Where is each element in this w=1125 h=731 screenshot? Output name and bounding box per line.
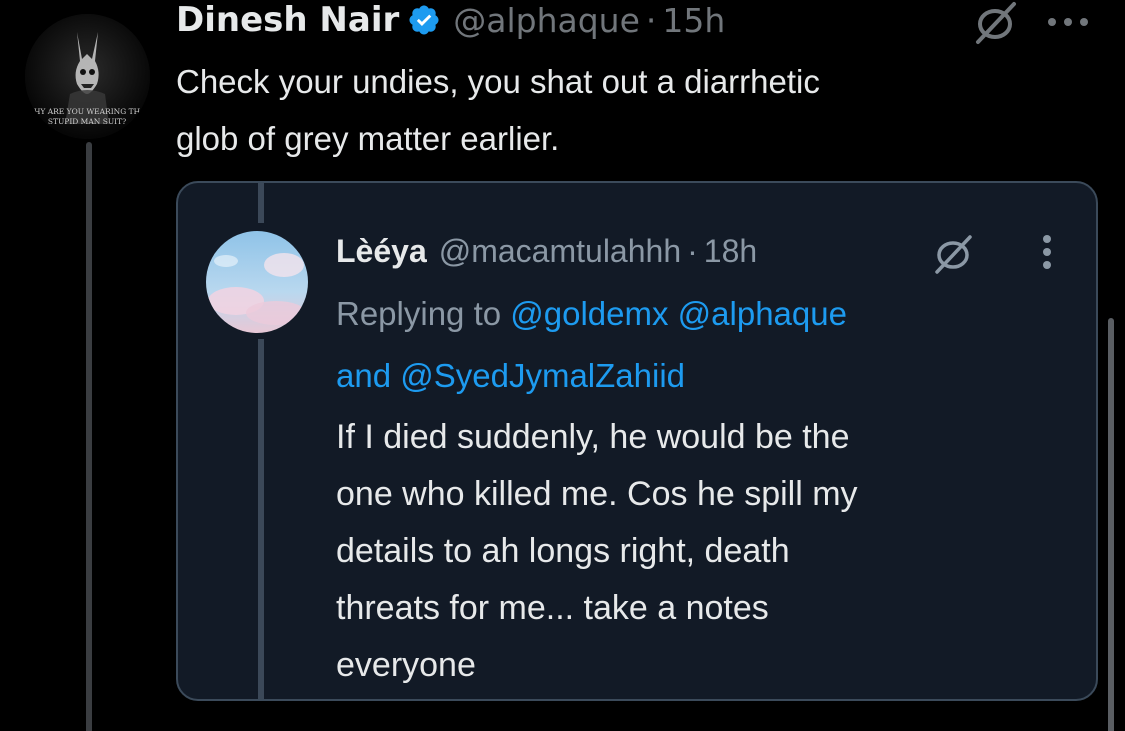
quoted-tweet-timestamp[interactable]: 18h <box>704 233 757 270</box>
mention-link[interactable]: @alphaque <box>678 295 847 332</box>
quoted-author-handle[interactable]: @macamtulahhh <box>439 233 681 270</box>
thread-connector-line <box>86 142 92 731</box>
quote-thread-line-bottom <box>258 339 264 699</box>
tweet-screen: HY ARE YOU WEARING TH STUPID MAN SUIT? D… <box>0 0 1125 731</box>
quoted-tweet-text: If I died suddenly, he would be the one … <box>336 409 1076 694</box>
grok-icon[interactable] <box>930 233 976 275</box>
quoted-tweet-card[interactable]: Lèéya @macamtulahhh · 18h Replying to @g… <box>176 181 1098 701</box>
scrollbar[interactable] <box>1108 318 1114 731</box>
quoted-text-line: details to ah longs right, death <box>336 532 790 570</box>
quoted-tweet-header: Lèéya @macamtulahhh · 18h <box>336 227 757 275</box>
more-vertical-icon[interactable] <box>1040 233 1054 271</box>
quoted-author-name[interactable]: Lèéya <box>336 233 427 270</box>
author-handle[interactable]: @alphaque <box>453 1 640 40</box>
more-horizontal-icon[interactable] <box>1046 14 1090 30</box>
verified-badge-icon <box>407 3 441 37</box>
quoted-text-line: one who killed me. Cos he spill my <box>336 475 858 513</box>
tweet-text-line: Check your undies, you shat out a diarrh… <box>176 63 820 100</box>
quoted-text-line: everyone <box>336 646 476 684</box>
quoted-text-line: If I died suddenly, he would be the <box>336 418 850 456</box>
avatar-caption-line2: STUPID MAN SUIT? <box>48 117 126 126</box>
author-avatar[interactable]: HY ARE YOU WEARING TH STUPID MAN SUIT? <box>25 14 150 139</box>
grok-icon[interactable] <box>970 0 1020 46</box>
mention-link[interactable]: @goldemx <box>510 295 668 332</box>
replying-to-label: Replying to <box>336 295 511 332</box>
quoted-header-separator: · <box>687 232 698 269</box>
avatar-caption-line1: HY ARE YOU WEARING TH <box>34 107 141 116</box>
tweet-timestamp[interactable]: 15h <box>662 1 725 40</box>
quote-thread-line-top <box>258 183 264 223</box>
quoted-author-avatar[interactable] <box>206 231 308 333</box>
tweet-text: Check your undies, you shat out a diarrh… <box>176 53 1076 167</box>
quoted-text-line: threats for me... take a notes <box>336 589 769 627</box>
replying-to-line: Replying to @goldemx @alphaque and @Syed… <box>336 283 1076 407</box>
tweet-header: Dinesh Nair @alphaque · 15h <box>176 0 725 42</box>
header-separator: · <box>645 0 657 40</box>
tweet-text-line: glob of grey matter earlier. <box>176 120 560 157</box>
replying-and-label: and <box>336 357 401 394</box>
author-name[interactable]: Dinesh Nair <box>176 0 399 40</box>
mention-link[interactable]: @SyedJymalZahiid <box>400 357 685 394</box>
